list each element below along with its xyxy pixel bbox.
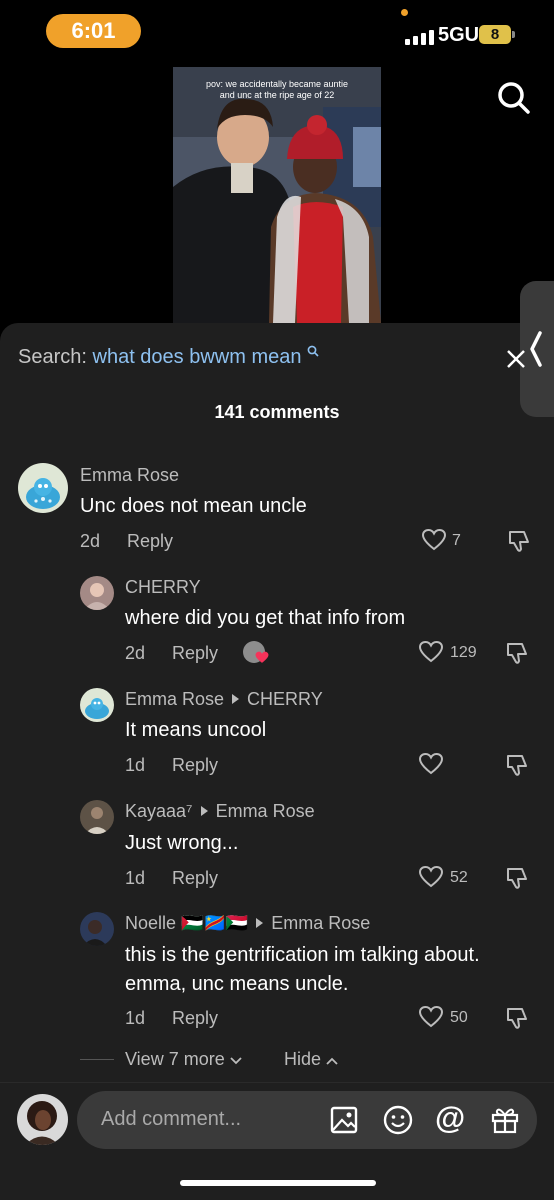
comment-text-line2: emma, unc means uncle. [125,973,349,995]
search-label: Search: [18,346,87,368]
comments-sheet [0,323,554,1199]
mic-indicator-dot [401,9,408,16]
comment-age: 1d [125,755,146,775]
video-thumbnail[interactable]: pov: we accidentally became auntie and u… [173,67,381,323]
comment-search-row[interactable]: Search: what does bwwm mean [18,345,319,369]
heart-icon[interactable] [421,528,447,552]
heart-icon[interactable] [418,865,444,889]
dislike-icon[interactable] [504,1005,530,1031]
comment-text-line1: this is the gentrification im talking ab… [125,944,480,966]
reply-button[interactable]: Reply [172,1008,218,1029]
user-avatar[interactable] [17,1094,68,1145]
comment-author[interactable]: Kayaaa⁷ [125,801,193,821]
heart-icon[interactable] [418,640,444,664]
reply-to-name[interactable]: Emma Rose [271,913,370,933]
comment-age: 2d [125,643,146,663]
like-count: 129 [450,644,477,661]
comment-author-line: Emma Rose CHERRY [125,689,323,710]
like-count: 52 [450,869,468,886]
dislike-icon[interactable] [506,528,532,554]
reply-arrow-icon [232,694,240,704]
dislike-icon[interactable] [504,865,530,891]
like-count: 50 [450,1009,468,1026]
comment-age: 2d [80,531,101,551]
comment-age: 1d [125,1008,146,1028]
comment-text: Unc does not mean uncle [80,495,307,517]
comment-author-line: Noelle 🇵🇸🇨🇩🇸🇩 Emma Rose [125,913,370,934]
comment-author[interactable]: CHERRY [125,577,201,598]
battery-icon: 8 [479,25,511,44]
reply-to-name[interactable]: Emma Rose [216,801,315,821]
comment-count: 141 comments [214,402,340,422]
video-photo [173,67,381,323]
comment-text: It means uncool [125,719,267,741]
chevron-down-icon [230,1057,242,1065]
gift-icon[interactable] [489,1103,521,1135]
mention-icon[interactable]: @ [435,1100,465,1136]
comment-author[interactable]: Emma Rose [125,689,224,709]
hide-label: Hide [284,1049,322,1069]
video-caption-line2: and unc at the ripe age of 22 [219,90,335,100]
search-small-icon [307,345,319,357]
reply-button[interactable]: Reply [172,868,218,889]
creator-liked-badge [243,641,271,665]
thread-divider [80,1059,114,1060]
comment-text: where did you get that info from [125,607,406,629]
reply-button[interactable]: Reply [127,531,173,552]
view-more-replies-button[interactable]: View 7 more [125,1049,242,1070]
signal-icon [405,30,434,45]
status-time: 6:01 [46,14,141,48]
avatar[interactable] [80,912,114,946]
close-icon[interactable] [505,348,527,370]
comment-author-line: Kayaaa⁷ Emma Rose [125,801,315,822]
chevron-up-icon [326,1057,338,1065]
comment-author[interactable]: Emma Rose [80,465,179,486]
home-indicator [180,1180,376,1186]
like-count: 7 [452,532,461,549]
reply-arrow-icon [256,918,264,928]
emoji-icon[interactable] [382,1104,414,1136]
dislike-icon[interactable] [504,640,530,666]
view-more-label: View 7 more [125,1049,225,1069]
comment-text: Just wrong... [125,832,239,854]
heart-icon[interactable] [418,752,444,776]
comment-author[interactable]: Noelle 🇵🇸🇨🇩🇸🇩 [125,913,248,933]
avatar[interactable] [18,463,68,513]
add-comment-placeholder: Add comment... [101,1108,242,1130]
comment-text: this is the gentrification im talking ab… [125,941,480,999]
reply-arrow-icon [200,806,208,816]
hide-replies-button[interactable]: Hide [284,1049,338,1070]
reply-button[interactable]: Reply [172,643,218,664]
reply-button[interactable]: Reply [172,755,218,776]
search-query-link[interactable]: what does bwwm mean [93,346,302,368]
avatar[interactable] [80,576,114,610]
image-icon[interactable] [329,1105,359,1135]
reply-to-name[interactable]: CHERRY [247,689,323,709]
search-icon[interactable] [494,78,534,118]
dislike-icon[interactable] [504,752,530,778]
heart-icon[interactable] [418,1005,444,1029]
video-caption-line1: pov: we accidentally became auntie [205,79,349,89]
comment-age: 1d [125,868,146,888]
battery-tip [512,31,515,38]
avatar[interactable] [80,800,114,834]
avatar[interactable] [80,688,114,722]
heart-filled-icon [255,651,269,663]
